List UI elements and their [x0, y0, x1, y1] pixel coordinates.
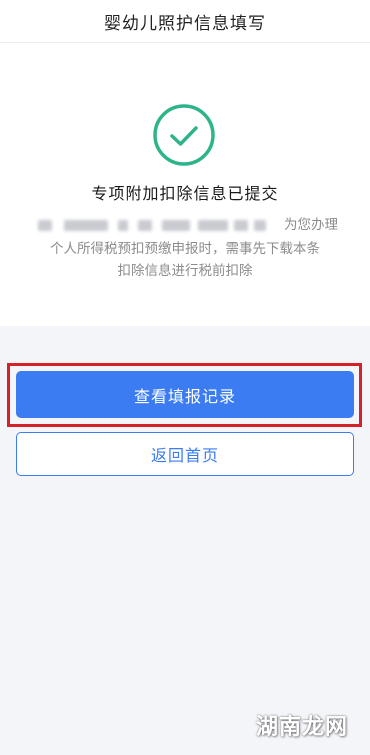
redacted-text — [64, 220, 108, 231]
back-home-button[interactable]: 返回首页 — [16, 432, 354, 476]
view-records-button[interactable]: 查看填报记录 — [16, 371, 354, 418]
result-card: 专项附加扣除信息已提交 为您办理 个人所得税预扣预缴申报时，需事先下载本条 扣除… — [0, 43, 370, 326]
app-page: 婴幼儿照护信息填写 专项附加扣除信息已提交 为您办理 个人所得税预扣预缴申报时，… — [0, 0, 370, 755]
success-title: 专项附加扣除信息已提交 — [91, 184, 279, 203]
description: 个人所得税预扣预缴申报时，需事先下载本条 扣除信息进行税前扣除 — [0, 238, 370, 282]
page-title: 婴幼儿照护信息填写 — [104, 13, 266, 34]
redacted-text — [254, 220, 266, 231]
description-line: 个人所得税预扣预缴申报时，需事先下载本条 — [50, 241, 320, 257]
title-bar: 婴幼儿照护信息填写 — [0, 0, 370, 43]
check-circle-icon — [152, 103, 216, 167]
redacted-text — [138, 220, 152, 231]
description-suffix: 为您办理 — [284, 217, 338, 233]
watermark-logo: 湖南龙网 — [255, 715, 348, 740]
redacted-text — [198, 220, 228, 231]
redacted-text — [38, 220, 52, 231]
redacted-text — [118, 220, 128, 231]
description-first-line: 为您办理 — [36, 215, 346, 235]
description-line: 扣除信息进行税前扣除 — [117, 263, 253, 279]
redacted-text — [234, 220, 248, 231]
redacted-text — [162, 220, 190, 231]
